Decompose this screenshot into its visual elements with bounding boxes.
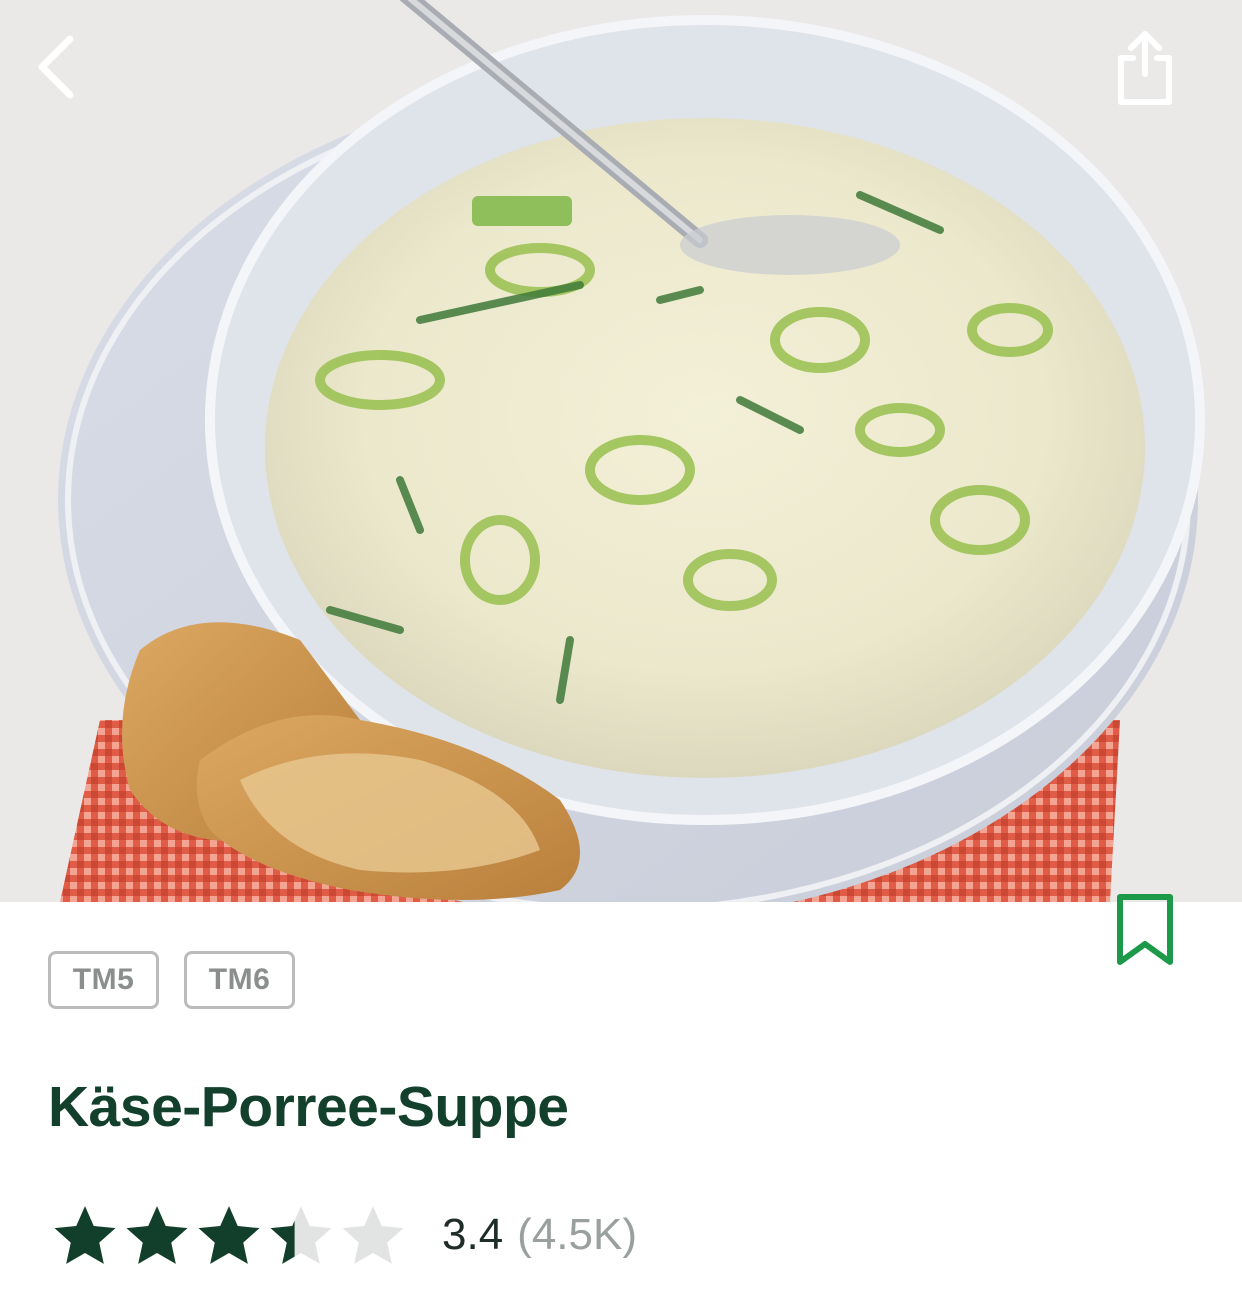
recipe-hero-image: [0, 0, 1242, 902]
star-icon: [54, 1206, 116, 1264]
tag-tm5: TM5: [48, 951, 159, 1009]
device-tags: TM5 TM6: [48, 951, 295, 1009]
rating-value: 3.4: [442, 1210, 504, 1259]
recipe-title: Käse-Porree-Suppe: [48, 1075, 569, 1139]
rating-count: (4.5K): [517, 1210, 637, 1259]
star-icon: [342, 1206, 404, 1264]
recipe-rating[interactable]: 3.4 (4.5K): [52, 1200, 637, 1270]
star-icon: [198, 1206, 260, 1264]
star-icon: [270, 1206, 332, 1264]
back-button[interactable]: [10, 18, 106, 114]
soup-photo: [0, 0, 1242, 902]
tag-tm6: TM6: [184, 951, 295, 1009]
bookmark-button[interactable]: [1100, 882, 1190, 978]
share-button[interactable]: [1097, 20, 1193, 116]
bookmark-icon: [1117, 894, 1173, 965]
chevron-left-icon: [38, 35, 74, 99]
rating-stars: [52, 1204, 406, 1266]
share-icon: [1118, 31, 1172, 105]
star-icon: [126, 1206, 188, 1264]
